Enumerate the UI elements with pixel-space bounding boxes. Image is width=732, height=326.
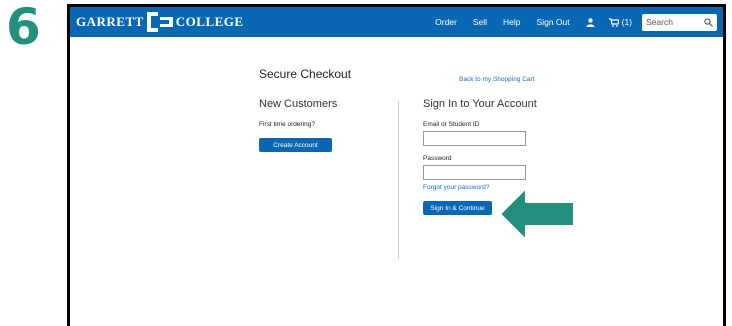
nav-order[interactable]: Order — [435, 17, 457, 27]
create-account-button[interactable]: Create Account — [259, 138, 332, 152]
forgot-password-link[interactable]: Forgot your password? — [423, 184, 489, 191]
logo-text-right: COLLEGE — [175, 14, 244, 29]
sign-in-heading: Sign In to Your Account — [423, 98, 537, 110]
page-title: Secure Checkout — [259, 67, 352, 81]
arrow-left-icon — [499, 187, 575, 241]
cart-icon — [608, 17, 619, 27]
search-input[interactable]: Search — [642, 13, 717, 31]
cart-count: (1) — [621, 17, 632, 27]
column-divider — [398, 101, 399, 259]
search-placeholder: Search — [646, 17, 673, 27]
first-time-prompt: First time ordering? — [259, 121, 315, 128]
password-label: Password — [423, 155, 452, 162]
browser-frame: GARRETT COLLEGE Order Sell Help Sign Out — [67, 4, 726, 326]
new-customers-heading: New Customers — [259, 98, 338, 110]
search-icon[interactable] — [704, 17, 713, 27]
cart-button[interactable]: (1) — [608, 17, 632, 27]
nav-sell[interactable]: Sell — [473, 17, 487, 27]
back-to-cart-link[interactable]: Back to my Shopping Cart — [459, 76, 535, 83]
garrett-college-logo[interactable]: GARRETT COLLEGE — [76, 11, 244, 33]
nav-help[interactable]: Help — [503, 17, 520, 27]
step-number: 6 — [6, 0, 41, 56]
user-icon[interactable] — [586, 17, 595, 27]
email-label: Email or Student ID — [423, 121, 480, 128]
sign-in-continue-button[interactable]: Sign In & Continue — [423, 201, 492, 215]
nav-sign-out[interactable]: Sign Out — [537, 17, 570, 27]
logo-text-left: GARRETT — [76, 14, 144, 29]
page-content: Secure Checkout Back to my Shopping Cart… — [70, 37, 723, 326]
password-field[interactable] — [423, 165, 526, 180]
top-navbar: GARRETT COLLEGE Order Sell Help Sign Out — [70, 7, 723, 37]
header-nav: Order Sell Help Sign Out (1) Search — [435, 7, 717, 37]
logo-gc-mark-icon — [146, 11, 174, 33]
email-field[interactable] — [423, 131, 526, 146]
